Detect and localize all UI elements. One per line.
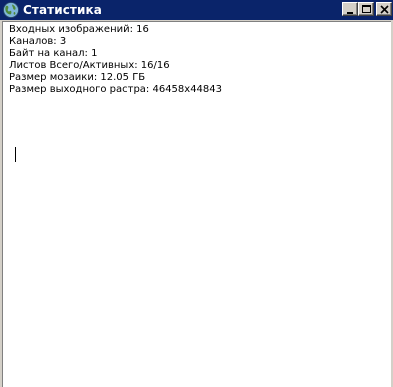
window-title: Статистика [23, 3, 102, 17]
stat-channels: Каналов: 3 [9, 36, 67, 47]
globe-icon [3, 2, 19, 18]
title-bar[interactable]: Статистика [0, 0, 393, 20]
maximize-icon [362, 5, 371, 13]
stat-mosaic-size: Размер мозаики: 12.05 ГБ [9, 72, 146, 83]
stat-output-raster-size: Размер выходного растра: 46458x44843 [9, 84, 223, 95]
text-caret [15, 147, 16, 162]
minimize-button[interactable] [342, 2, 358, 16]
statistics-list: Входных изображений: 16 Каналов: 3 Байт … [9, 24, 222, 96]
window-controls [342, 2, 392, 16]
statistics-memo[interactable]: Входных изображений: 16 Каналов: 3 Байт … [2, 21, 391, 387]
minimize-icon [347, 12, 353, 14]
close-icon [380, 5, 389, 14]
stat-input-images: Входных изображений: 16 [9, 24, 149, 35]
statistics-window: Статистика Входных изображений: 16 Канал… [0, 0, 393, 387]
maximize-button[interactable] [358, 2, 374, 16]
stat-sheets-total-active: Листов Всего/Активных: 16/16 [9, 60, 170, 71]
close-button[interactable] [376, 2, 392, 16]
stat-bytes-per-channel: Байт на канал: 1 [9, 48, 98, 59]
